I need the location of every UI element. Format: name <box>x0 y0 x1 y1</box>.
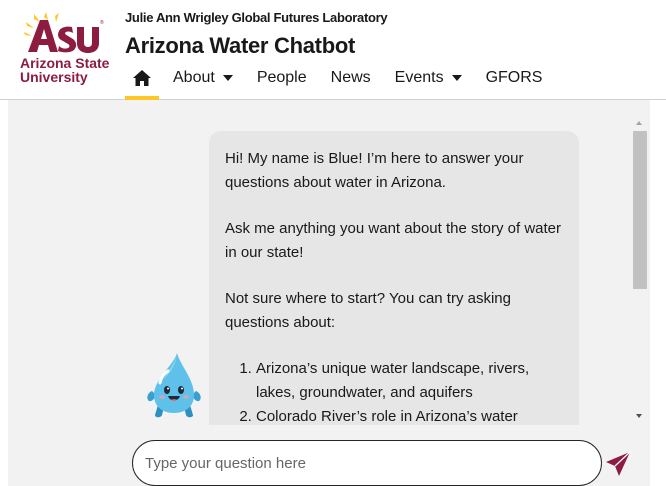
nav-home[interactable] <box>125 62 159 100</box>
nav-news-label: News <box>330 69 371 86</box>
main-nav: About People News Events GFORS <box>125 62 566 100</box>
logo-line-2: University <box>20 69 88 85</box>
bot-message-bubble: Hi! My name is Blue! I’m here to answer … <box>209 131 579 425</box>
site-header: ® Arizona State University Julie Ann Wri… <box>0 0 666 100</box>
chat-input-bar <box>0 425 666 486</box>
water-drop-mascot-icon <box>147 353 201 418</box>
prompt-text: Not sure where to start? You can try ask… <box>225 290 511 331</box>
scroll-up-arrow-icon[interactable] <box>636 121 642 125</box>
asu-logo[interactable]: ® Arizona State University <box>18 12 118 84</box>
topic-item: Arizona’s unique water landscape, rivers… <box>256 357 563 405</box>
nav-people-label: People <box>256 69 307 86</box>
nav-gfors-label: GFORS <box>485 69 543 86</box>
site-title[interactable]: Arizona Water Chatbot <box>125 33 355 59</box>
logo-line-1: Arizona State <box>20 55 110 71</box>
question-input[interactable] <box>132 440 602 486</box>
chat-scrollbar[interactable] <box>630 100 650 425</box>
topic-list: Arizona’s unique water landscape, rivers… <box>225 357 563 425</box>
nav-events-label: Events <box>394 69 444 86</box>
caret-down-icon <box>222 75 233 81</box>
nav-events[interactable]: Events <box>395 62 462 94</box>
nav-people[interactable]: People <box>257 62 307 94</box>
caret-down-icon <box>451 75 462 81</box>
scrollbar-thumb[interactable] <box>633 131 647 289</box>
asu-sunburst-logo-icon: ® <box>24 12 104 53</box>
send-icon[interactable] <box>604 450 632 478</box>
logo-wordmark: Arizona State University <box>20 56 109 84</box>
ask-text: Ask me anything you want about the story… <box>225 220 562 261</box>
scroll-down-arrow-icon[interactable] <box>636 414 642 418</box>
nav-about-label: About <box>173 69 215 86</box>
chat-messages[interactable]: Hi! My name is Blue! I’m here to answer … <box>8 100 650 425</box>
nav-news[interactable]: News <box>331 62 371 94</box>
topic-item: Colorado River’s role in Arizona’s water <box>256 405 563 425</box>
nav-about[interactable]: About <box>173 62 233 94</box>
greeting-text: Hi! My name is Blue! I’m here to answer … <box>225 150 524 191</box>
lab-name[interactable]: Julie Ann Wrigley Global Futures Laborat… <box>125 10 388 25</box>
home-icon <box>133 70 151 86</box>
nav-gfors[interactable]: GFORS <box>486 62 543 94</box>
svg-text:®: ® <box>100 19 104 26</box>
